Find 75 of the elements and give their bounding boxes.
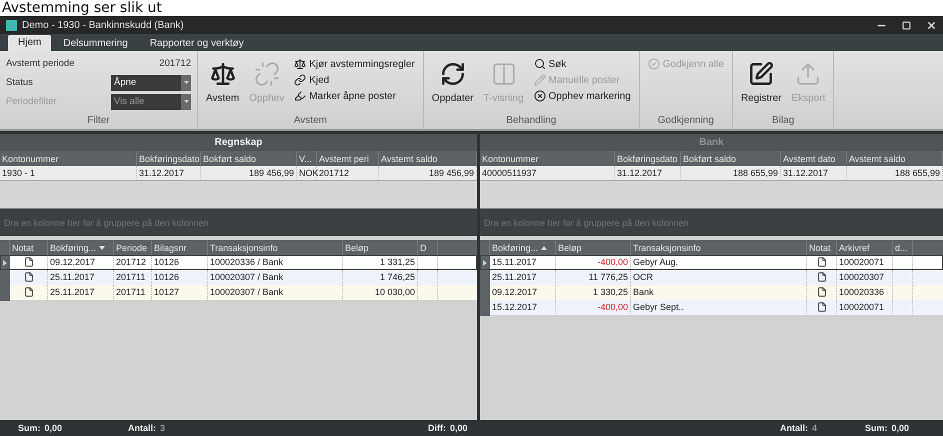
status-text: Sum: 0,00: [865, 423, 910, 433]
highlighter-icon: [294, 90, 306, 102]
table-cell: 188 655,99: [847, 166, 943, 180]
table-row[interactable]: 09.12.2017 201712 10126 100020336 / Bank 1 331,25: [0, 255, 477, 270]
group-title: Avstem: [292, 115, 328, 128]
table-row[interactable]: 25.11.2017 201711 10127 100020307 / Bank 10 030,00: [0, 285, 477, 300]
status-text: Antall: 4: [780, 423, 818, 433]
table-cell: -400,00: [556, 300, 631, 316]
table-cell: 188 655,99: [681, 166, 781, 180]
field-label: Avstemt periode: [6, 58, 76, 69]
table-cell: 31.12.2017: [615, 166, 681, 180]
ribbon-button[interactable]: Kjed: [292, 73, 417, 87]
table-cell: 201711: [114, 285, 152, 301]
group-title: Filter: [86, 115, 111, 128]
table-row[interactable]: 15.12.2017 -400,00 Gebyr Sept.. 100020071: [480, 300, 943, 315]
table-cell: 100020307 / Bank: [208, 285, 343, 301]
ribbon-button[interactable]: Kjør avstemmingsregler: [292, 57, 417, 71]
table-cell: 25.11.2017: [48, 285, 114, 301]
table-cell: 189 456,99: [379, 166, 477, 180]
app-icon: [6, 20, 17, 30]
edit-icon: [748, 61, 774, 87]
upload-icon: [795, 61, 822, 87]
dropdown-arrow-icon: [184, 81, 188, 84]
ribbon-button[interactable]: Marker åpne poster: [292, 89, 417, 103]
field-label: Status: [6, 77, 34, 88]
status-text: Sum: 0,00: [18, 423, 64, 433]
field-value: 201712: [158, 58, 191, 69]
table-cell: 40000511937: [480, 166, 615, 180]
maximize-icon[interactable]: [902, 20, 911, 30]
ribbon-button[interactable]: Opphev markering: [532, 89, 633, 103]
table-cell: 100020071: [837, 300, 893, 316]
table-cell: 15.12.2017: [490, 300, 556, 316]
group-title: Godkjenning: [656, 115, 715, 128]
table-row[interactable]: 25.11.2017 201711 10126 100020307 / Bank 1 746,25: [0, 270, 477, 285]
ribbon-tab[interactable]: Hjem: [8, 35, 52, 51]
table-cell: 1930 - 1: [0, 166, 137, 180]
scale-icon: [294, 58, 306, 70]
table-row[interactable]: 15.11.2017 -400,00 Gebyr Aug. 100020071: [480, 255, 943, 270]
link-icon: [294, 74, 306, 86]
ribbon-button[interactable]: Søk: [532, 57, 633, 71]
panel-title: Bank: [480, 134, 943, 151]
pencil-icon: [534, 74, 546, 86]
ribbon-button[interactable]: Oppdater: [430, 55, 476, 115]
table-cell: 10127: [152, 285, 208, 301]
field-label: Periodefilter: [6, 96, 58, 107]
panel-title: Regnskap: [0, 134, 477, 151]
table-cell: 31.12.2017: [781, 166, 847, 180]
search-icon: [534, 58, 546, 70]
status-text: Diff: 0,00: [428, 423, 469, 433]
columns-icon: [490, 61, 516, 87]
close-icon[interactable]: [926, 20, 937, 30]
table-cell: NOK: [297, 166, 317, 180]
ribbon-tab[interactable]: Delsummering: [53, 36, 138, 51]
table-cell: 10 030,00: [343, 285, 418, 301]
table-row[interactable]: 25.11.2017 11 776,25 OCR 100020307: [480, 270, 943, 285]
table-row[interactable]: 09.12.2017 1 330,25 Bank 100020336: [480, 285, 943, 300]
dropdown-field[interactable]: Åpne: [111, 74, 191, 90]
table-cell: 201712: [317, 166, 379, 180]
scale-icon: [210, 61, 236, 87]
check-circle-icon: [648, 58, 660, 70]
ribbon-button[interactable]: Registrer: [738, 55, 784, 115]
status-text: Antall: 3: [128, 423, 166, 433]
table-cell: 31.12.2017: [137, 166, 201, 180]
window-title: Demo - 1930 - Bankinnskudd (Bank): [22, 20, 185, 30]
x-circle-icon: [534, 90, 546, 102]
refresh-icon: [440, 61, 466, 87]
table-cell: 189 456,99: [201, 166, 297, 180]
ribbon-button[interactable]: Avstem: [204, 55, 242, 115]
dropdown-arrow-icon: [184, 100, 188, 103]
table-cell: Gebyr Sept..: [631, 300, 807, 316]
caption-heading: Avstemming ser slik ut: [1, 0, 163, 16]
ribbon-tab[interactable]: Rapporter og verktøy: [140, 36, 254, 51]
broken-link-icon: [254, 61, 280, 87]
group-title: Bilag: [771, 115, 796, 128]
group-title: Behandling: [505, 115, 558, 128]
